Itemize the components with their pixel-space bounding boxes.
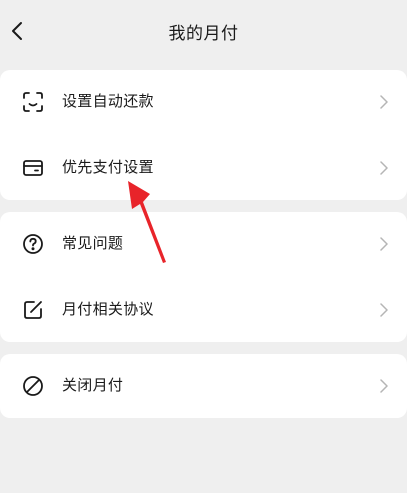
- chevron-right-icon: [379, 379, 389, 393]
- menu-item-close-monthly-pay[interactable]: 关闭月付: [0, 354, 407, 418]
- scan-face-icon: [21, 90, 45, 114]
- menu-item-label: 月付相关协议: [62, 300, 154, 318]
- settings-card-payment: 设置自动还款 优先支付设置: [0, 70, 407, 200]
- menu-item-label: 关闭月付: [62, 376, 124, 394]
- menu-item-priority-payment[interactable]: 优先支付设置: [0, 136, 407, 200]
- question-circle-icon: [21, 232, 45, 256]
- ban-circle-icon: [21, 374, 45, 398]
- settings-card-help: 常见问题 月付相关协议: [0, 212, 407, 342]
- menu-item-label: 优先支付设置: [62, 158, 154, 176]
- menu-item-agreements[interactable]: 月付相关协议: [0, 278, 407, 342]
- settings-card-close: 关闭月付: [0, 354, 407, 418]
- edit-document-icon: [21, 298, 45, 322]
- page-title: 我的月付: [168, 24, 239, 44]
- menu-item-faq[interactable]: 常见问题: [0, 212, 407, 276]
- chevron-right-icon: [379, 237, 389, 251]
- chevron-right-icon: [379, 95, 389, 109]
- menu-item-auto-repay[interactable]: 设置自动还款: [0, 70, 407, 134]
- card-icon: [21, 156, 45, 180]
- chevron-right-icon: [379, 161, 389, 175]
- chevron-right-icon: [379, 303, 389, 317]
- top-bar: 我的月付: [0, 0, 407, 62]
- menu-item-label: 常见问题: [62, 234, 124, 252]
- menu-item-label: 设置自动还款: [62, 92, 154, 110]
